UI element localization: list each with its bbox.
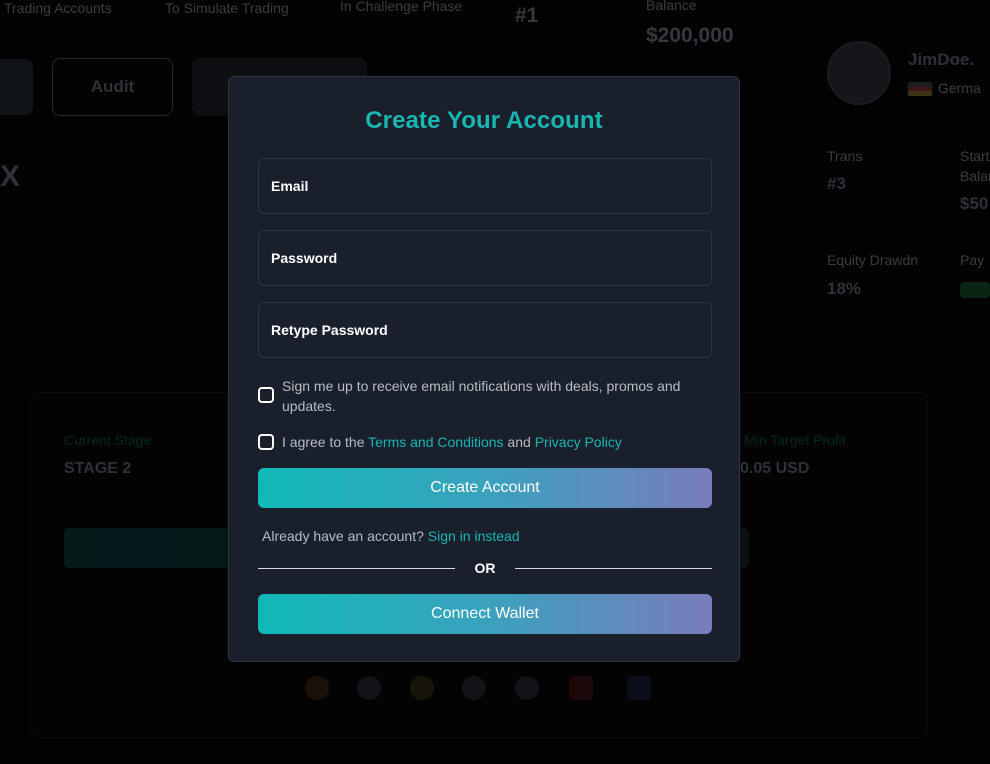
- stat-label-simulate: To Simulate Trading: [165, 0, 289, 16]
- avatar: [827, 41, 891, 105]
- rank-value: #1: [515, 4, 539, 27]
- password-field[interactable]: [258, 230, 712, 286]
- terms-link[interactable]: Terms and Conditions: [368, 434, 503, 450]
- signin-link[interactable]: Sign in instead: [428, 528, 520, 544]
- payout-label: Pay: [960, 252, 985, 268]
- background-button: [0, 59, 33, 115]
- coin-icon: [305, 676, 329, 700]
- connect-wallet-button[interactable]: Connect Wallet: [258, 594, 712, 634]
- target-profit-label: Min Target Profit: [744, 432, 846, 448]
- stat-label-challenge: In Challenge Phase: [340, 0, 463, 14]
- newsletter-checkbox[interactable]: [258, 387, 274, 403]
- coin-icon: [357, 676, 381, 700]
- modal-title: Create Your Account: [365, 107, 603, 134]
- retype-password-field[interactable]: [258, 302, 712, 358]
- audit-button: Audit: [52, 58, 173, 116]
- coin-icon: [515, 676, 539, 700]
- user-name: JimDoe.: [908, 50, 975, 69]
- trans-value: #3: [827, 174, 846, 193]
- coin-icon: [627, 676, 651, 700]
- coin-icon: [569, 676, 593, 700]
- coin-icon: [462, 676, 486, 700]
- status-badge: [960, 282, 990, 298]
- create-account-modal: Create Your Account Sign me up to receiv…: [228, 76, 740, 662]
- current-stage-label: Current Stage: [64, 432, 152, 448]
- start-label: Start: [960, 148, 990, 164]
- email-input[interactable]: [271, 178, 711, 194]
- target-profit-value: 0.05 USD: [740, 460, 810, 477]
- password-input[interactable]: [271, 250, 711, 266]
- terms-and: and: [503, 434, 535, 450]
- balance-value: $200,000: [646, 24, 734, 47]
- newsletter-label: Sign me up to receive email notification…: [282, 378, 681, 414]
- create-account-button[interactable]: Create Account: [258, 468, 712, 508]
- current-stage-value: STAGE 2: [64, 460, 132, 477]
- retype-password-input[interactable]: [271, 322, 711, 338]
- equity-value: 18%: [827, 279, 862, 298]
- or-label: OR: [474, 560, 496, 576]
- terms-checkbox[interactable]: [258, 434, 274, 450]
- close-icon: X: [0, 160, 21, 193]
- flag-icon: [908, 82, 932, 96]
- email-field[interactable]: [258, 158, 712, 214]
- terms-label: I agree to the Terms and Conditions and …: [282, 432, 710, 452]
- coin-icon: [410, 676, 434, 700]
- start-balance-value: $50: [960, 194, 989, 213]
- signin-row: Already have an account? Sign in instead: [258, 528, 710, 544]
- divider-line: [515, 567, 712, 569]
- terms-prefix: I agree to the: [282, 434, 369, 450]
- terms-row: I agree to the Terms and Conditions and …: [258, 432, 710, 452]
- divider-line: [258, 567, 455, 569]
- or-divider: OR: [258, 560, 712, 576]
- balance-label: Balance: [646, 0, 697, 13]
- equity-label: Equity Drawdn: [827, 252, 919, 268]
- privacy-link[interactable]: Privacy Policy: [535, 434, 622, 450]
- have-account-text: Already have an account?: [262, 528, 428, 544]
- user-country: Germa: [938, 80, 981, 96]
- balance-small-label: Balan: [960, 168, 990, 184]
- trans-label: Trans: [827, 148, 863, 164]
- newsletter-row: Sign me up to receive email notification…: [258, 376, 710, 416]
- stat-label-trading-accounts: Trading Accounts: [4, 0, 112, 16]
